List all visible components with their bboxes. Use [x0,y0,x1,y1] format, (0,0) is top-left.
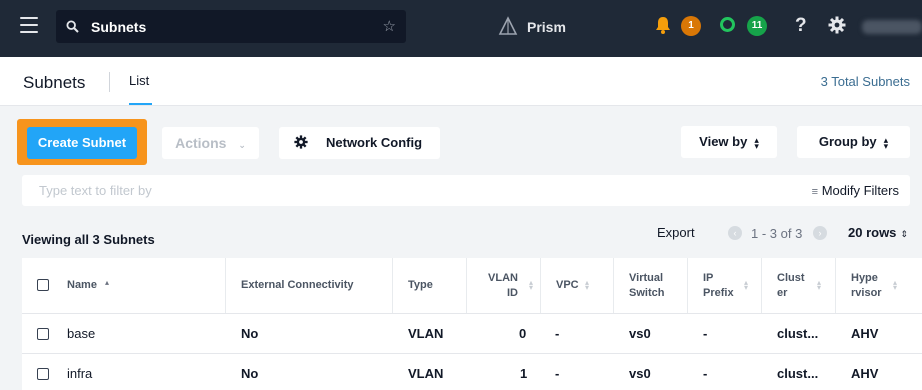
settings-gear-icon[interactable] [828,16,846,34]
search-text[interactable]: Subnets [91,19,146,35]
actions-dropdown[interactable]: Actions ⌄ [162,127,259,159]
column-header-vpc[interactable]: VPC ▴ ▾ [541,258,614,313]
sort-icon[interactable]: ▴ ▾ [529,279,533,292]
column-header-ip-prefix[interactable]: IP Prefix ▴ ▾ [688,258,762,313]
modify-filters-label: Modify Filters [821,183,899,198]
group-by-label: Group by [818,134,877,149]
updown-icon: ▴ ▾ [754,134,759,151]
column-label-hypervisor: Hype rvisor [851,271,882,299]
cell-cluster: clust... [777,326,819,341]
sort-icon[interactable]: ▴ ▾ [817,279,821,292]
total-count: 3 Total Subnets [820,74,910,89]
star-icon[interactable]: ☆ [383,17,396,35]
chevron-down-icon: ⌄ [238,140,246,150]
cell-hypervisor: AHV [851,326,879,341]
column-header-hypervisor[interactable]: Hype rvisor ▴ ▾ [836,258,922,313]
select-all-checkbox[interactable] [37,279,49,291]
active-tab-indicator [129,103,152,105]
cell-vlan: 1 [520,366,528,381]
column-label-vswitch: Virtual Switch [629,271,665,299]
previous-page-icon[interactable]: ‹ [728,226,742,240]
cell-vlan: 0 [519,326,527,341]
subnets-table: Name ▴ External Connectivity Type VLAN I… [22,258,922,390]
rows-per-page[interactable]: 20 rows ⇕ [848,225,908,240]
cell-name[interactable]: infra [67,366,92,381]
column-header-type[interactable]: Type [393,258,467,313]
column-header-external[interactable]: External Connectivity [226,258,393,313]
row-divider [22,313,922,314]
sort-asc-icon[interactable]: ▴ [105,279,109,287]
actions-label: Actions [175,135,227,151]
network-config-label: Network Config [326,135,423,150]
filter-input[interactable]: Type text to filter by [39,183,152,198]
alert-count-badge[interactable]: 1 [681,16,701,36]
user-menu[interactable] [862,20,922,34]
global-search[interactable]: Subnets ☆ [56,10,406,43]
rows-per-page-label: 20 rows [848,225,897,240]
column-label-cluster: Clust er [777,271,805,299]
row-checkbox[interactable] [37,368,49,380]
view-by-label: View by [699,134,748,149]
app-name: Prism [527,19,566,35]
column-label-external: External Connectivity [241,279,354,291]
cell-external: No [241,326,259,341]
export-button[interactable]: Export [657,225,695,240]
cell-vpc: - [555,326,560,341]
sort-icon[interactable]: ▴ ▾ [893,279,897,292]
header-divider [109,72,110,92]
task-count-badge[interactable]: 11 [747,16,767,36]
network-config-button[interactable]: Network Config [279,127,440,159]
column-header-cluster[interactable]: Clust er ▴ ▾ [762,258,836,313]
group-by-dropdown[interactable]: Group by ▴ ▾ [797,126,910,158]
bell-icon[interactable] [655,16,671,34]
cell-type: VLAN [408,366,444,381]
page-title: Subnets [23,73,86,92]
row-checkbox[interactable] [37,328,49,340]
cell-type: VLAN [408,326,444,341]
gear-icon [294,135,308,149]
cell-ip-prefix: - [703,366,708,381]
updown-icon: ▴ ▾ [883,134,889,151]
column-label-vlan: VLAN ID [488,271,518,299]
modify-filters-button[interactable]: ≡ Modify Filters [812,183,899,198]
row-divider [22,353,922,354]
column-header-name[interactable]: Name ▴ [22,258,226,313]
updown-icon: ⇕ [900,229,908,239]
cell-vswitch: vs0 [629,326,651,341]
top-bar: Subnets ☆ Prism 1 11 ? [0,0,922,57]
help-icon[interactable]: ? [795,15,807,37]
tab-list[interactable]: List [129,73,149,88]
sort-icon[interactable]: ▴ ▾ [585,279,589,292]
page-header: Subnets List 3 Total Subnets [0,57,922,106]
column-header-vlan[interactable]: VLAN ID ▴ ▾ [467,258,541,313]
search-icon [66,20,79,33]
cell-ip-prefix: - [703,326,708,341]
cell-vpc: - [555,366,560,381]
next-page-icon[interactable]: › [813,226,827,240]
prism-logo-icon [498,16,518,35]
sort-icon[interactable]: ▴ ▾ [744,279,748,292]
cell-vswitch: vs0 [629,366,651,381]
filter-bar[interactable]: Type text to filter by ≡ Modify Filters [22,175,910,206]
page-range: 1 - 3 of 3 [751,226,803,241]
filter-icon: ≡ [811,186,819,198]
cell-cluster: clust... [777,366,819,381]
viewing-summary: Viewing all 3 Subnets [22,232,155,247]
column-label-ip-prefix: IP Prefix [703,271,734,299]
cell-hypervisor: AHV [851,366,879,381]
menu-icon[interactable] [20,17,38,33]
cell-name[interactable]: base [67,326,95,341]
column-label-vpc: VPC [556,279,579,291]
cell-external: No [241,366,259,381]
create-subnet-button[interactable]: Create Subnet [27,127,137,159]
column-label-type: Type [408,279,433,291]
view-by-dropdown[interactable]: View by ▴ ▾ [681,126,777,158]
column-header-vswitch[interactable]: Virtual Switch [614,258,688,313]
column-label-name: Name [67,279,97,291]
task-status-icon[interactable] [720,17,735,32]
